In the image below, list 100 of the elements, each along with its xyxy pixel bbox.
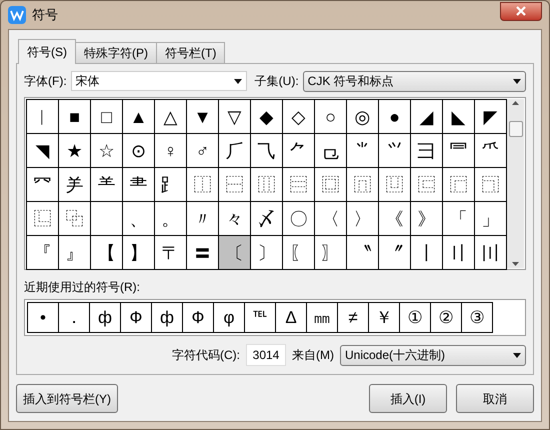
font-dropdown[interactable]: 宋体	[70, 71, 247, 91]
subset-dropdown[interactable]: CJK 符号和标点	[302, 70, 526, 92]
symbol-cell[interactable]: ⿲	[251, 168, 282, 201]
symbol-cell[interactable]: ☆	[91, 134, 122, 167]
symbol-cell[interactable]: ●	[379, 100, 410, 133]
recent-symbol-cell[interactable]: Ф	[183, 303, 213, 332]
symbol-cell[interactable]: ⿴	[315, 168, 346, 201]
recent-symbol-cell[interactable]: •	[28, 303, 58, 332]
symbol-cell[interactable]: 〒	[155, 236, 186, 269]
symbol-cell[interactable]: ⺌	[347, 134, 378, 167]
symbol-cell[interactable]: ⿻	[59, 202, 90, 235]
scroll-thumb[interactable]	[508, 120, 522, 136]
symbol-cell[interactable]: △	[155, 100, 186, 133]
symbol-cell[interactable]: 〇	[283, 202, 314, 235]
symbol-cell[interactable]: 〓	[187, 236, 218, 269]
symbol-cell[interactable]: ▼	[187, 100, 218, 133]
symbol-cell[interactable]: ▲	[123, 100, 154, 133]
symbol-cell[interactable]: 。	[155, 202, 186, 235]
close-icon[interactable]	[515, 6, 527, 16]
recent-symbol-cell[interactable]: ≠	[338, 303, 368, 332]
char-code-field[interactable]: 3014	[246, 344, 286, 366]
symbol-cell[interactable]: ▽	[219, 100, 250, 133]
dialog-button[interactable]: 插入(I)	[369, 384, 447, 413]
symbol-cell[interactable]: 、	[123, 202, 154, 235]
scrollbar[interactable]	[507, 99, 524, 268]
recent-symbol-cell[interactable]: Δ	[276, 303, 306, 332]
dialog-button[interactable]: 插入到符号栏(Y)	[16, 384, 118, 413]
symbol-cell[interactable]: ⿸	[443, 168, 474, 201]
symbol-cell[interactable]: ⺁	[219, 134, 250, 167]
symbol-cell[interactable]: ︱	[27, 100, 58, 133]
source-dropdown[interactable]: Unicode(十六进制)	[340, 344, 526, 366]
dialog-button[interactable]: 取消	[456, 384, 534, 413]
symbol-cell[interactable]: 〡	[411, 236, 442, 269]
tab[interactable]: 符号(S)	[18, 39, 76, 64]
symbol-cell[interactable]: ◤	[475, 100, 506, 133]
recent-symbol-cell[interactable]: ③	[462, 303, 492, 332]
symbol-cell[interactable]: ⿱	[219, 168, 250, 201]
tab[interactable]: 特殊字符(P)	[75, 42, 157, 63]
tab[interactable]: 符号栏(T)	[156, 42, 226, 63]
symbol-cell[interactable]: ■	[59, 100, 90, 133]
symbol-cell[interactable]: ◇	[283, 100, 314, 133]
symbol-cell[interactable]: 〞	[379, 236, 410, 269]
symbol-cell[interactable]: ⻊	[155, 168, 186, 201]
recent-symbol-cell[interactable]: Ф	[121, 303, 151, 332]
symbol-cell[interactable]: 〉	[347, 202, 378, 235]
recent-symbol-cell[interactable]: ①	[400, 303, 430, 332]
symbol-cell[interactable]: 『	[27, 236, 58, 269]
symbol-cell[interactable]: ⿶	[379, 168, 410, 201]
symbol-cell[interactable]: ⺻	[123, 168, 154, 201]
recent-symbol-cell[interactable]: ￥	[369, 303, 399, 332]
symbol-cell[interactable]: ⿹	[475, 168, 506, 201]
symbol-cell[interactable]: □	[91, 100, 122, 133]
symbol-cell[interactable]: 〗	[315, 236, 346, 269]
symbol-cell[interactable]: 々	[219, 202, 250, 235]
symbol-cell[interactable]: 〃	[187, 202, 218, 235]
symbol-cell[interactable]: 〆	[251, 202, 282, 235]
symbol-cell[interactable]: ⺷	[91, 168, 122, 201]
recent-symbol-cell[interactable]: ②	[431, 303, 461, 332]
symbol-cell[interactable]: 〣	[475, 236, 506, 269]
symbol-cell[interactable]: ⊙	[123, 134, 154, 167]
scroll-down-icon[interactable]	[512, 262, 519, 266]
symbol-cell[interactable]: 〢	[443, 236, 474, 269]
symbol-cell[interactable]: 〈	[315, 202, 346, 235]
symbol-cell[interactable]: ○	[315, 100, 346, 133]
symbol-cell[interactable]: ⿷	[411, 168, 442, 201]
symbol-cell[interactable]	[91, 202, 122, 235]
symbol-cell[interactable]: ⺥	[475, 134, 506, 167]
recent-symbol-cell[interactable]: ℡	[245, 303, 275, 332]
symbol-cell[interactable]: 《	[379, 202, 410, 235]
symbol-cell[interactable]: ⺍	[379, 134, 410, 167]
scroll-up-icon[interactable]	[512, 101, 519, 105]
symbol-cell[interactable]: 〔	[219, 236, 250, 269]
symbol-cell[interactable]: 〝	[347, 236, 378, 269]
recent-symbol-cell[interactable]: φ	[214, 303, 244, 332]
symbol-cell[interactable]: 】	[123, 236, 154, 269]
symbol-cell[interactable]: 〖	[283, 236, 314, 269]
symbol-cell[interactable]: ⺄	[251, 134, 282, 167]
symbol-cell[interactable]: ◎	[347, 100, 378, 133]
symbol-cell[interactable]: ⿰	[187, 168, 218, 201]
symbol-cell[interactable]: ⺕	[411, 134, 442, 167]
symbol-cell[interactable]: 》	[411, 202, 442, 235]
symbol-cell[interactable]: 』	[59, 236, 90, 269]
symbol-cell[interactable]: ⿳	[283, 168, 314, 201]
symbol-cell[interactable]: ⺜	[443, 134, 474, 167]
close-button[interactable]	[500, 2, 542, 20]
recent-symbol-cell[interactable]: ㎜	[307, 303, 337, 332]
symbol-cell[interactable]: ⺶	[59, 168, 90, 201]
symbol-cell[interactable]: ◥	[27, 134, 58, 167]
symbol-cell[interactable]: 【	[91, 236, 122, 269]
symbol-cell[interactable]: ◆	[251, 100, 282, 133]
symbol-cell[interactable]: ♂	[187, 134, 218, 167]
recent-symbol-cell[interactable]: ф	[152, 303, 182, 332]
symbol-cell[interactable]: ⺈	[283, 134, 314, 167]
symbol-cell[interactable]: ◣	[443, 100, 474, 133]
symbol-cell[interactable]: ⺋	[315, 134, 346, 167]
symbol-cell[interactable]: ★	[59, 134, 90, 167]
symbol-cell[interactable]: 〕	[251, 236, 282, 269]
recent-symbol-cell[interactable]: ф	[90, 303, 120, 332]
symbol-cell[interactable]: ♀	[155, 134, 186, 167]
symbol-cell[interactable]: ◢	[411, 100, 442, 133]
